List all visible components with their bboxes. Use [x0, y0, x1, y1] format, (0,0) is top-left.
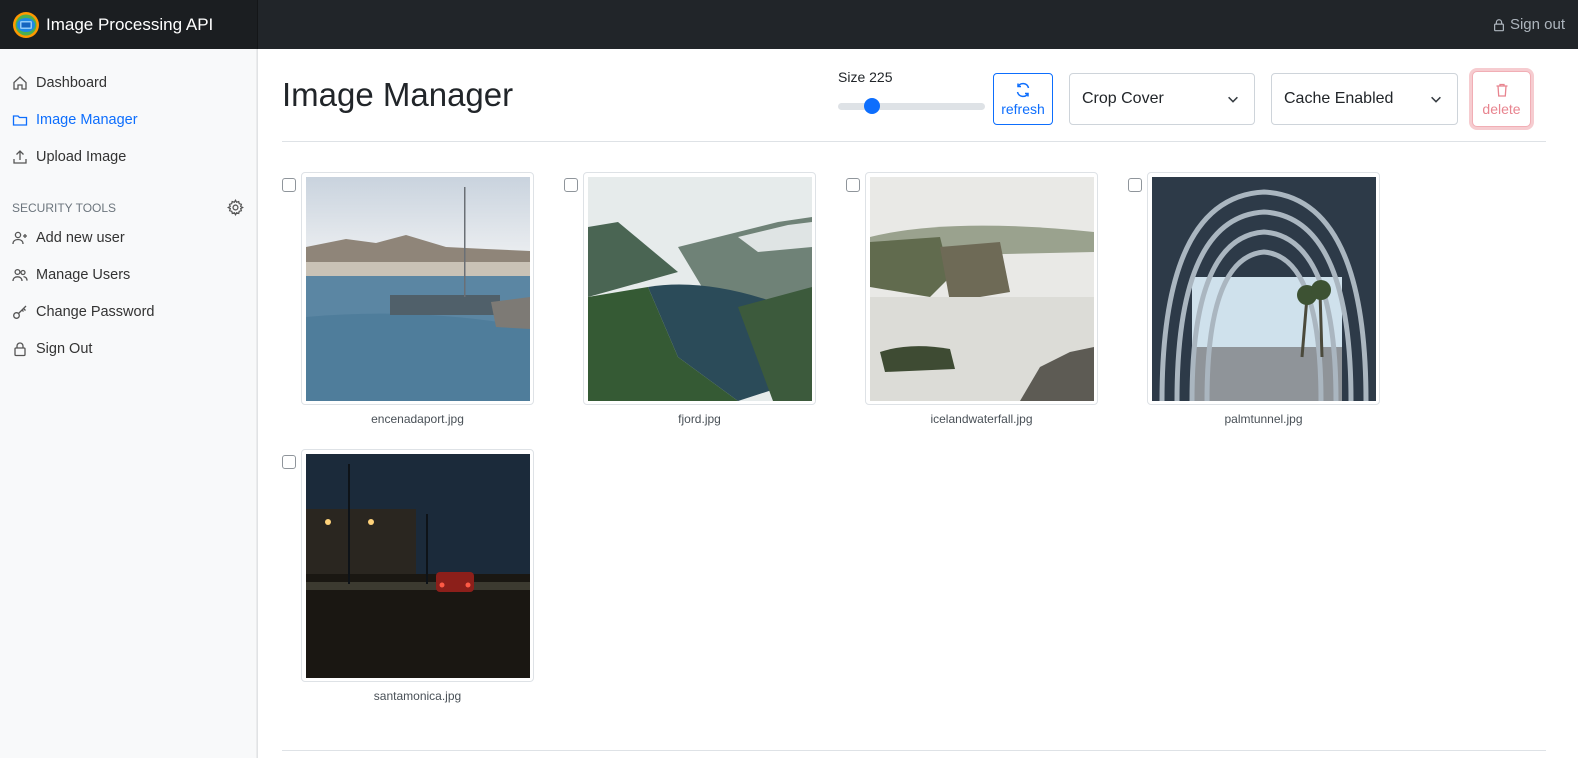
cache-mode-select[interactable]: Cache Enabled	[1271, 73, 1458, 125]
refresh-button[interactable]: refresh	[993, 73, 1053, 125]
sidebar-item-label: Upload Image	[36, 149, 127, 165]
chevron-down-icon	[1228, 96, 1238, 103]
users-icon	[12, 268, 28, 282]
image-thumbnail[interactable]	[865, 172, 1098, 405]
image-card: icelandwaterfall.jpg	[846, 172, 1106, 440]
lock-icon	[14, 342, 26, 357]
sidebar: Dashboard Image Manager Upload Image SEC…	[0, 49, 258, 758]
app-logo-icon	[13, 11, 39, 38]
sidebar-item-label: Dashboard	[36, 75, 107, 91]
sidebar-item-label: Sign Out	[36, 341, 93, 357]
top-signout-label: Sign out	[1509, 16, 1565, 33]
brand[interactable]: Image Processing API	[0, 0, 258, 49]
delete-label: delete	[1482, 100, 1521, 117]
image-filename: fjord.jpg	[678, 412, 721, 426]
sidebar-item-label: Image Manager	[36, 112, 138, 128]
lock-icon	[1493, 18, 1504, 31]
image-thumbnail[interactable]	[301, 449, 534, 682]
footer-divider	[282, 750, 1546, 751]
palm-tunnel-photo	[1152, 177, 1376, 401]
image-select-checkbox[interactable]	[282, 178, 296, 192]
top-navbar: Image Processing API Sign out	[0, 0, 1578, 49]
sidebar-item-change-password[interactable]: Change Password	[12, 300, 155, 324]
image-card: santamonica.jpg	[282, 449, 542, 717]
sidebar-item-image-manager[interactable]: Image Manager	[12, 108, 138, 132]
sidebar-item-label: Change Password	[36, 304, 155, 320]
sidebar-item-upload-image[interactable]: Upload Image	[12, 145, 126, 169]
image-filename: santamonica.jpg	[373, 689, 462, 703]
sidebar-item-manage-users[interactable]: Manage Users	[12, 263, 130, 287]
image-card: fjord.jpg	[564, 172, 824, 440]
image-thumbnail[interactable]	[583, 172, 816, 405]
sidebar-item-dashboard[interactable]: Dashboard	[12, 71, 107, 95]
sidebar-item-sign-out[interactable]: Sign Out	[12, 337, 92, 361]
image-card: encenadaport.jpg	[282, 172, 542, 440]
crop-mode-select[interactable]: Crop Cover	[1069, 73, 1255, 125]
sidebar-item-add-new-user[interactable]: Add new user	[12, 226, 125, 250]
image-filename: palmtunnel.jpg	[1224, 412, 1303, 426]
sidebar-item-label: Manage Users	[36, 267, 131, 283]
security-tools-heading: SECURITY TOOLS	[12, 199, 244, 216]
title-divider	[282, 141, 1546, 142]
image-filename: icelandwaterfall.jpg	[930, 412, 1033, 426]
image-filename: encenadaport.jpg	[371, 412, 464, 426]
fjord-photo	[588, 177, 812, 401]
image-thumbnail[interactable]	[301, 172, 534, 405]
waterfall-photo	[870, 177, 1094, 401]
folder-icon	[12, 115, 28, 126]
main-content: Image Manager Size 225 refresh Crop Cove…	[258, 49, 1578, 758]
size-slider[interactable]	[838, 98, 985, 114]
sidebar-item-label: Add new user	[36, 230, 125, 246]
page-title: Image Manager	[282, 76, 514, 113]
top-signout-link[interactable]: Sign out	[1492, 0, 1565, 49]
image-select-checkbox[interactable]	[282, 455, 296, 469]
app-title: Image Processing API	[46, 14, 214, 34]
image-select-checkbox[interactable]	[564, 178, 578, 192]
night-street-photo	[306, 454, 530, 678]
trash-icon	[1496, 83, 1507, 97]
size-label: Size 225	[838, 69, 893, 85]
gear-icon[interactable]	[227, 199, 244, 216]
home-icon	[13, 76, 27, 90]
slider-track[interactable]	[838, 103, 985, 110]
chevron-down-icon	[1431, 96, 1441, 103]
section-heading-label: SECURITY TOOLS	[12, 200, 117, 215]
delete-button[interactable]: delete	[1472, 71, 1531, 127]
image-card: palmtunnel.jpg	[1128, 172, 1388, 440]
image-thumbnail[interactable]	[1147, 172, 1380, 405]
upload-icon	[13, 150, 27, 164]
refresh-icon	[1016, 82, 1030, 97]
refresh-label: refresh	[1001, 100, 1045, 117]
image-select-checkbox[interactable]	[846, 178, 860, 192]
slider-thumb[interactable]	[864, 98, 881, 114]
cache-mode-value: Cache Enabled	[1284, 90, 1394, 107]
user-plus-icon	[12, 231, 27, 245]
image-select-checkbox[interactable]	[1128, 178, 1142, 192]
harbor-photo	[306, 177, 530, 401]
key-icon	[13, 305, 27, 319]
crop-mode-value: Crop Cover	[1082, 90, 1164, 107]
